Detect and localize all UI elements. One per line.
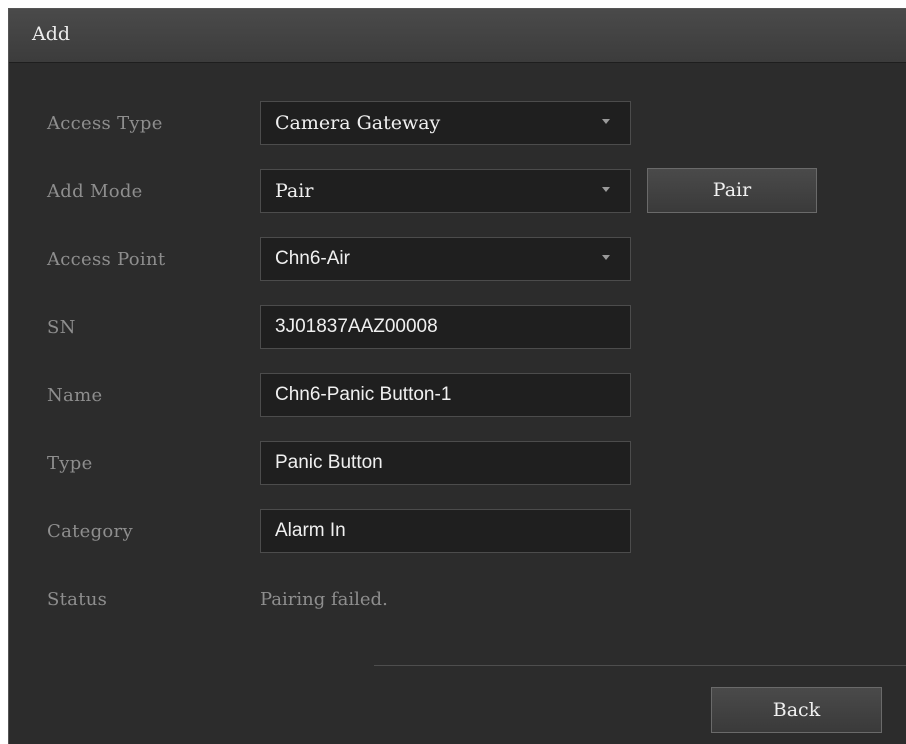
sn-value: 3J01837AAZ00008 — [275, 316, 438, 337]
chevron-down-icon — [602, 187, 610, 192]
footer-divider — [374, 665, 906, 666]
pair-button[interactable]: Pair — [647, 168, 817, 213]
add-mode-dropdown[interactable]: Pair — [260, 169, 631, 213]
status-label: Status — [47, 589, 108, 610]
access-point-label: Access Point — [47, 249, 166, 270]
access-type-dropdown[interactable]: Camera Gateway — [260, 101, 631, 145]
access-type-label: Access Type — [47, 113, 163, 134]
back-button[interactable]: Back — [711, 687, 882, 733]
add-mode-value: Pair — [275, 180, 314, 202]
chevron-down-icon — [602, 255, 610, 260]
dialog-titlebar: Add — [9, 9, 906, 63]
sn-field[interactable]: 3J01837AAZ00008 — [260, 305, 631, 349]
name-label: Name — [47, 385, 103, 406]
category-value: Alarm In — [275, 520, 346, 541]
status-text: Pairing failed. — [260, 589, 388, 610]
add-mode-label: Add Mode — [47, 181, 143, 202]
access-point-dropdown[interactable]: Chn6-Air — [260, 237, 631, 281]
category-label: Category — [47, 521, 133, 542]
chevron-down-icon — [602, 119, 610, 124]
type-value: Panic Button — [275, 452, 383, 473]
type-field[interactable]: Panic Button — [260, 441, 631, 485]
sn-label: SN — [47, 317, 76, 338]
access-point-value: Chn6-Air — [275, 248, 350, 269]
type-label: Type — [47, 453, 93, 474]
category-field[interactable]: Alarm In — [260, 509, 631, 553]
access-type-value: Camera Gateway — [275, 112, 441, 134]
dialog-title: Add — [32, 23, 71, 45]
name-field[interactable]: Chn6-Panic Button-1 — [260, 373, 631, 417]
add-dialog: Add Access Type Camera Gateway Add Mode … — [8, 8, 906, 744]
name-value: Chn6-Panic Button-1 — [275, 384, 452, 405]
